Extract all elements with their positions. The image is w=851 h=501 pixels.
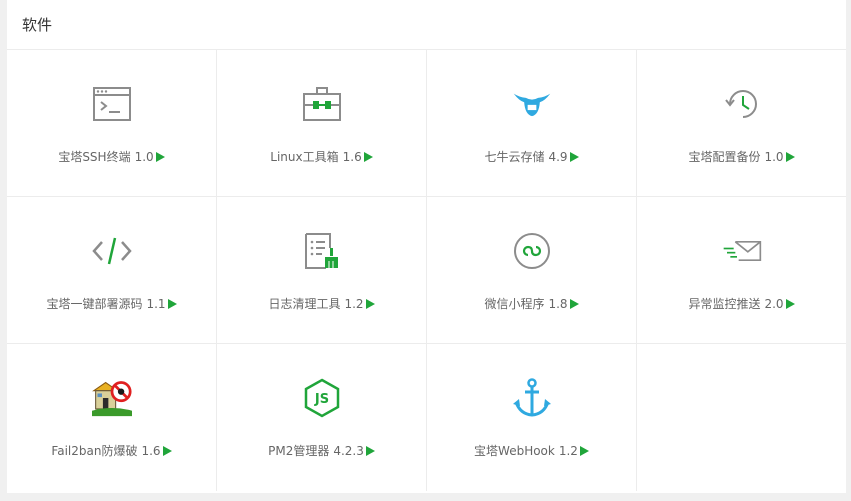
software-version: 1.2 <box>344 296 364 311</box>
software-item-one-click-deploy[interactable]: 宝塔一键部署源码 1.1 <box>7 197 217 344</box>
backup-history-icon <box>722 84 762 124</box>
software-item-log-cleaner[interactable]: 日志清理工具 1.2 <box>217 197 427 344</box>
fail2ban-icon <box>91 378 132 418</box>
terminal-icon <box>92 84 132 124</box>
software-name: PM2管理器 <box>268 444 330 458</box>
software-item-fail2ban[interactable]: Fail2ban防爆破 1.6 <box>7 344 217 491</box>
software-name: 宝塔配置备份 <box>688 150 761 164</box>
software-version: 1.0 <box>134 149 154 164</box>
empty-cell <box>637 344 846 491</box>
anchor-icon <box>512 378 552 418</box>
software-label: 宝塔一键部署源码 1.1 <box>46 295 177 312</box>
software-name: 日志清理工具 <box>268 297 341 311</box>
software-item-qiniu-cloud[interactable]: 七牛云存储 4.9 <box>427 50 637 197</box>
code-icon <box>91 231 132 271</box>
software-version: 2.0 <box>764 296 784 311</box>
software-name: 宝塔一键部署源码 <box>46 297 143 311</box>
software-item-config-backup[interactable]: 宝塔配置备份 1.0 <box>637 50 846 197</box>
play-arrow-icon <box>167 298 177 309</box>
mail-push-icon <box>722 231 762 271</box>
qiniu-cloud-icon <box>512 84 552 124</box>
software-version: 4.9 <box>548 149 568 164</box>
software-label: 微信小程序 1.8 <box>484 295 579 312</box>
software-item-ssh-terminal[interactable]: 宝塔SSH终端 1.0 <box>7 50 217 197</box>
log-clean-icon <box>302 231 342 271</box>
software-name: 七牛云存储 <box>484 150 545 164</box>
software-version: 1.6 <box>141 443 161 458</box>
software-item-linux-toolbox[interactable]: Linux工具箱 1.6 <box>217 50 427 197</box>
play-arrow-icon <box>365 445 375 456</box>
software-name: Fail2ban防爆破 <box>51 444 138 458</box>
play-arrow-icon <box>155 151 165 162</box>
software-label: 宝塔WebHook 1.2 <box>474 442 589 459</box>
software-item-pm2-manager[interactable]: JS PM2管理器 4.2.3 <box>217 344 427 491</box>
software-version: 1.8 <box>548 296 568 311</box>
software-label: Fail2ban防爆破 1.6 <box>51 442 172 459</box>
play-arrow-icon <box>785 151 795 162</box>
play-arrow-icon <box>579 445 589 456</box>
software-name: 宝塔SSH终端 <box>58 150 131 164</box>
software-item-exception-monitor[interactable]: 异常监控推送 2.0 <box>637 197 846 344</box>
toolbox-icon <box>302 84 342 124</box>
software-label: 宝塔配置备份 1.0 <box>688 148 795 165</box>
software-label: 日志清理工具 1.2 <box>268 295 375 312</box>
software-version: 1.6 <box>342 149 362 164</box>
software-label: 异常监控推送 2.0 <box>688 295 795 312</box>
software-grid: 宝塔SSH终端 1.0 Linux工具箱 1.6 七牛云存储 4.9 宝塔配置备… <box>7 50 846 491</box>
play-arrow-icon <box>569 151 579 162</box>
play-arrow-icon <box>162 445 172 456</box>
play-arrow-icon <box>569 298 579 309</box>
software-label: Linux工具箱 1.6 <box>270 148 373 165</box>
play-arrow-icon <box>785 298 795 309</box>
software-version: 4.2.3 <box>333 443 364 458</box>
software-name: 异常监控推送 <box>688 297 761 311</box>
play-arrow-icon <box>365 298 375 309</box>
wechat-miniprogram-icon <box>512 231 552 271</box>
panel-title: 软件 <box>22 16 53 34</box>
software-item-wechat-miniprogram[interactable]: 微信小程序 1.8 <box>427 197 637 344</box>
panel-header: 软件 <box>7 0 846 50</box>
software-panel: 软件 宝塔SSH终端 1.0 Linux工具箱 1.6 七牛云存储 4.9 宝塔… <box>7 0 846 493</box>
software-name: 微信小程序 <box>484 297 545 311</box>
software-version: 1.0 <box>764 149 784 164</box>
software-label: PM2管理器 4.2.3 <box>268 442 375 459</box>
software-version: 1.1 <box>146 296 166 311</box>
software-label: 宝塔SSH终端 1.0 <box>58 148 165 165</box>
svg-text:JS: JS <box>313 392 328 407</box>
software-version: 1.2 <box>558 443 578 458</box>
software-label: 七牛云存储 4.9 <box>484 148 579 165</box>
nodejs-icon: JS <box>302 378 342 418</box>
software-name: 宝塔WebHook <box>474 444 555 458</box>
software-name: Linux工具箱 <box>270 150 339 164</box>
play-arrow-icon <box>363 151 373 162</box>
software-item-webhook[interactable]: 宝塔WebHook 1.2 <box>427 344 637 491</box>
